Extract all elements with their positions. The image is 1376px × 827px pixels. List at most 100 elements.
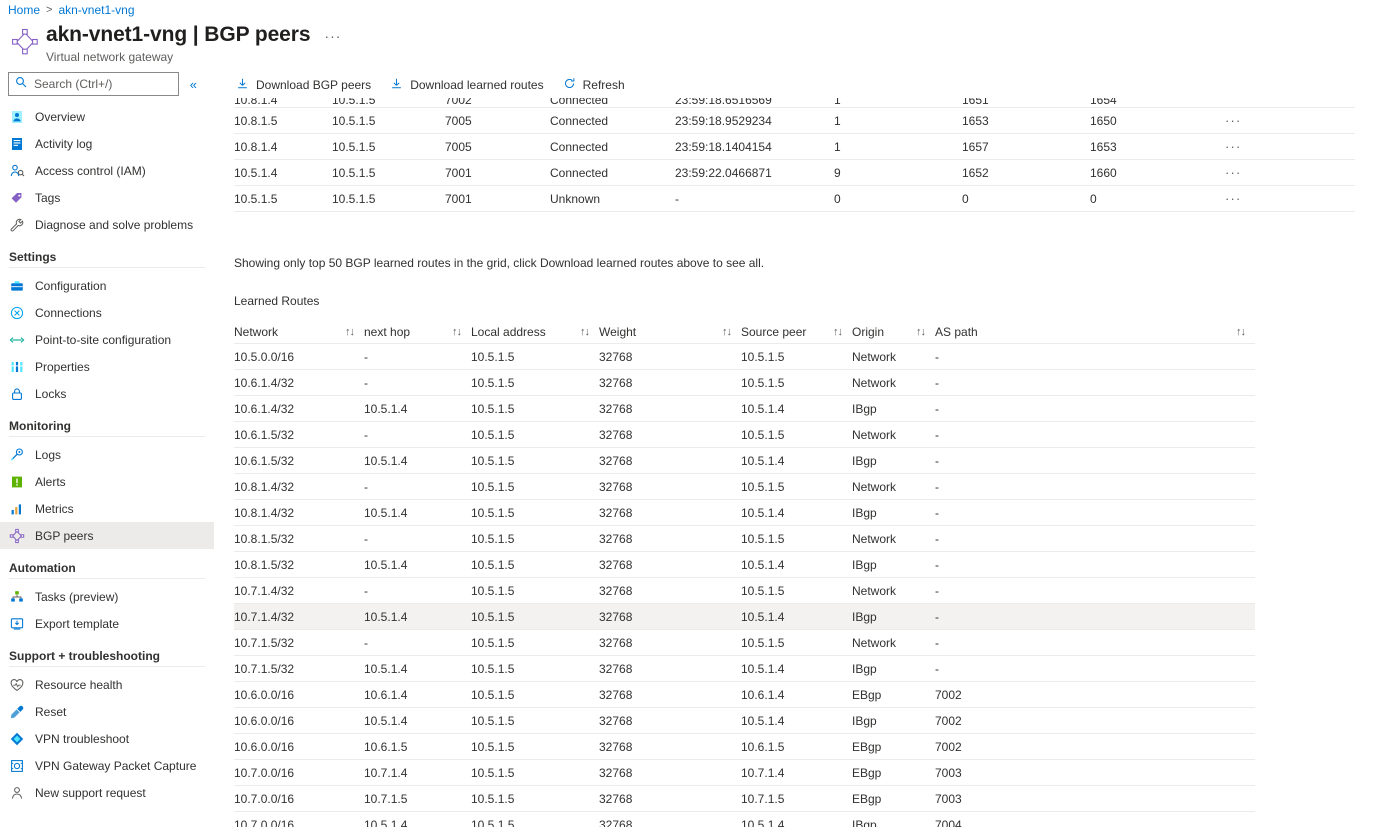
collapse-sidebar-button[interactable]: « xyxy=(181,72,206,96)
learned-route-row[interactable]: 10.8.1.5/3210.5.1.410.5.1.53276810.5.1.4… xyxy=(234,552,1255,578)
learned-route-cell-origin: Network xyxy=(852,350,935,364)
sort-toggle-icon[interactable]: ↑↓ xyxy=(580,326,589,338)
sidebar-item-tasks-preview[interactable]: Tasks (preview) xyxy=(0,583,214,610)
learned-route-cell-origin: Network xyxy=(852,584,935,598)
breadcrumb-home[interactable]: Home xyxy=(8,3,40,17)
sidebar-item-locks[interactable]: Locks xyxy=(0,380,214,407)
learned-route-cell-network: 10.7.0.0/16 xyxy=(234,818,364,827)
sidebar-item-bgp-peers[interactable]: BGP peers xyxy=(0,522,214,549)
more-commands-button[interactable]: ··· xyxy=(324,23,341,49)
bgp-peer-cell-routes: 9 xyxy=(834,166,962,180)
sort-toggle-icon[interactable]: ↑↓ xyxy=(1236,326,1245,338)
learned-route-row[interactable]: 10.7.1.4/3210.5.1.410.5.1.53276810.5.1.4… xyxy=(234,604,1255,630)
learned-route-row[interactable]: 10.6.0.0/1610.6.1.410.5.1.53276810.6.1.4… xyxy=(234,682,1255,708)
learned-route-cell-local-address: 10.5.1.5 xyxy=(471,376,599,390)
learned-route-cell-weight: 32768 xyxy=(599,454,741,468)
learned-route-row[interactable]: 10.6.1.4/32-10.5.1.53276810.5.1.5Network… xyxy=(234,370,1255,396)
sidebar-item-vpn-troubleshoot[interactable]: VPN troubleshoot xyxy=(0,725,214,752)
sidebar-item-tags[interactable]: Tags xyxy=(0,184,214,211)
learned-route-cell-weight: 32768 xyxy=(599,662,741,676)
column-header-as-path[interactable]: AS path↑↓ xyxy=(935,325,1255,339)
sidebar-item-label: Overview xyxy=(35,110,85,124)
command-refresh[interactable]: Refresh xyxy=(561,72,634,98)
learned-route-cell-weight: 32768 xyxy=(599,818,741,827)
sidebar-item-vpn-gateway-packet-capture[interactable]: VPN Gateway Packet Capture xyxy=(0,752,214,779)
sidebar-item-export-template[interactable]: Export template xyxy=(0,610,214,637)
sidebar-item-access-control-iam[interactable]: Access control (IAM) xyxy=(0,157,214,184)
learned-route-cell-weight: 32768 xyxy=(599,558,741,572)
sidebar-item-new-support-request[interactable]: New support request xyxy=(0,779,214,806)
sidebar-item-label: Logs xyxy=(35,448,61,462)
bgp-peer-row[interactable]: 10.5.1.510.5.1.57001Unknown-000··· xyxy=(234,186,1355,212)
bgp-peer-row[interactable]: 10.5.1.410.5.1.57001Connected23:59:22.04… xyxy=(234,160,1355,186)
sidebar-item-connections[interactable]: Connections xyxy=(0,299,214,326)
learned-route-row[interactable]: 10.8.1.4/3210.5.1.410.5.1.53276810.5.1.4… xyxy=(234,500,1255,526)
learned-route-row[interactable]: 10.7.1.4/32-10.5.1.53276810.5.1.5Network… xyxy=(234,578,1255,604)
sidebar-item-label: VPN troubleshoot xyxy=(35,732,129,746)
learned-route-row[interactable]: 10.7.1.5/3210.5.1.410.5.1.53276810.5.1.4… xyxy=(234,656,1255,682)
bgp-peer-cell-peer: 10.5.1.5 xyxy=(234,192,332,206)
learned-route-cell-network: 10.6.0.0/16 xyxy=(234,714,364,728)
bgp-peer-cell-local: 10.5.1.5 xyxy=(332,192,445,206)
command-download-learned-routes[interactable]: Download learned routes xyxy=(388,72,552,98)
sidebar-item-properties[interactable]: Properties xyxy=(0,353,214,380)
grid-note: Showing only top 50 BGP learned routes i… xyxy=(234,256,1376,270)
bgp-peer-row[interactable]: 10.8.1.510.5.1.57005Connected23:59:18.95… xyxy=(234,108,1355,134)
search-box[interactable] xyxy=(8,72,179,96)
learned-route-row[interactable]: 10.7.0.0/1610.7.1.410.5.1.53276810.7.1.4… xyxy=(234,760,1255,786)
learned-route-cell-next-hop: 10.5.1.4 xyxy=(364,402,471,416)
row-context-menu-button[interactable]: ··· xyxy=(1225,191,1345,206)
sidebar-item-resource-health[interactable]: Resource health xyxy=(0,671,214,698)
bgp-peer-row[interactable]: 10.8.1.410.5.1.57005Connected23:59:18.14… xyxy=(234,134,1355,160)
sort-toggle-icon[interactable]: ↑↓ xyxy=(452,326,461,338)
learned-route-cell-origin: IBgp xyxy=(852,714,935,728)
learned-route-cell-weight: 32768 xyxy=(599,532,741,546)
column-header-source-peer[interactable]: Source peer↑↓ xyxy=(741,325,852,339)
learned-route-cell-next-hop: - xyxy=(364,376,471,390)
learned-route-row[interactable]: 10.6.1.5/32-10.5.1.53276810.5.1.5Network… xyxy=(234,422,1255,448)
column-header-weight[interactable]: Weight↑↓ xyxy=(599,325,741,339)
sidebar-item-reset[interactable]: Reset xyxy=(0,698,214,725)
column-header-origin[interactable]: Origin↑↓ xyxy=(852,325,935,339)
learned-route-row[interactable]: 10.7.1.5/32-10.5.1.53276810.5.1.5Network… xyxy=(234,630,1255,656)
sort-toggle-icon[interactable]: ↑↓ xyxy=(833,326,842,338)
sort-toggle-icon[interactable]: ↑↓ xyxy=(722,326,731,338)
sidebar-item-logs[interactable]: Logs xyxy=(0,441,214,468)
learned-route-row[interactable]: 10.6.1.5/3210.5.1.410.5.1.53276810.5.1.4… xyxy=(234,448,1255,474)
sidebar-item-alerts[interactable]: Alerts xyxy=(0,468,214,495)
row-context-menu-button[interactable]: ··· xyxy=(1225,139,1345,154)
sidebar-item-diagnose-and-solve-problems[interactable]: Diagnose and solve problems xyxy=(0,211,214,238)
breadcrumb-resource[interactable]: akn-vnet1-vng xyxy=(58,3,134,17)
sidebar-item-metrics[interactable]: Metrics xyxy=(0,495,214,522)
bgp-peer-row[interactable]: 10.8.1.410.5.1.57002Connected23:59:18.65… xyxy=(234,98,1355,108)
learned-route-row[interactable]: 10.6.0.0/1610.6.1.510.5.1.53276810.6.1.5… xyxy=(234,734,1255,760)
row-context-menu-button[interactable]: ··· xyxy=(1225,113,1345,128)
learned-route-row[interactable]: 10.7.0.0/1610.5.1.410.5.1.53276810.5.1.4… xyxy=(234,812,1255,827)
sidebar: « Overview Activity logAccess control (IA… xyxy=(0,72,214,806)
learned-route-row[interactable]: 10.8.1.4/32-10.5.1.53276810.5.1.5Network… xyxy=(234,474,1255,500)
sidebar-item-activity-log[interactable]: Activity log xyxy=(0,130,214,157)
sidebar-item-label: Locks xyxy=(35,387,66,401)
column-header-network[interactable]: Network↑↓ xyxy=(234,325,364,339)
column-header-local-address[interactable]: Local address↑↓ xyxy=(471,325,599,339)
page-subtitle: Virtual network gateway xyxy=(46,50,341,64)
bgp-peer-cell-routes: 1 xyxy=(834,140,962,154)
learned-route-row[interactable]: 10.5.0.0/16-10.5.1.53276810.5.1.5Network… xyxy=(234,344,1255,370)
sidebar-item-overview[interactable]: Overview xyxy=(0,103,214,130)
sidebar-group-divider xyxy=(9,267,205,268)
column-header-next-hop[interactable]: next hop↑↓ xyxy=(364,325,471,339)
search-input[interactable] xyxy=(32,76,162,92)
sidebar-item-configuration[interactable]: Configuration xyxy=(0,272,214,299)
learned-route-cell-origin: Network xyxy=(852,636,935,650)
command-label: Download BGP peers xyxy=(256,78,371,92)
learned-route-row[interactable]: 10.6.0.0/1610.5.1.410.5.1.53276810.5.1.4… xyxy=(234,708,1255,734)
learned-route-row[interactable]: 10.8.1.5/32-10.5.1.53276810.5.1.5Network… xyxy=(234,526,1255,552)
sort-toggle-icon[interactable]: ↑↓ xyxy=(345,326,354,338)
command-download-bgp-peers[interactable]: Download BGP peers xyxy=(234,72,380,98)
row-context-menu-button[interactable]: ··· xyxy=(1225,165,1345,180)
learned-route-cell-origin: Network xyxy=(852,428,935,442)
learned-route-row[interactable]: 10.6.1.4/3210.5.1.410.5.1.53276810.5.1.4… xyxy=(234,396,1255,422)
learned-route-row[interactable]: 10.7.0.0/1610.7.1.510.5.1.53276810.7.1.5… xyxy=(234,786,1255,812)
sidebar-item-point-to-site-configuration[interactable]: Point-to-site configuration xyxy=(0,326,214,353)
sort-toggle-icon[interactable]: ↑↓ xyxy=(916,326,925,338)
